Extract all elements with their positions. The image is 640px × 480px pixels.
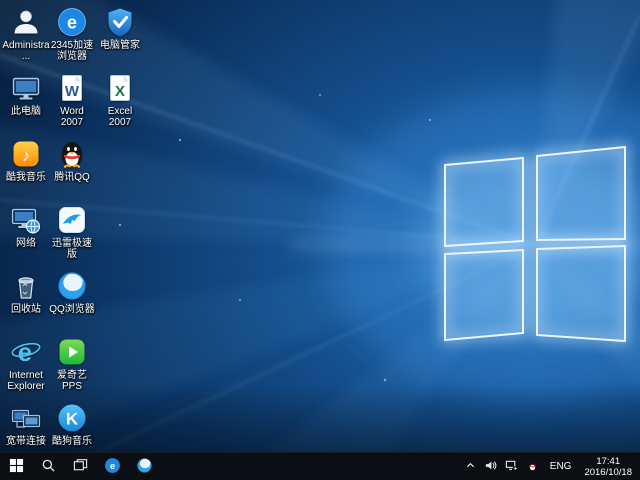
desktop-icon-kugou-music[interactable]: K 酷狗音乐 (48, 402, 96, 447)
desktop-icon-kuwo-music[interactable]: ♪ 酷我音乐 (2, 138, 50, 183)
taskbar-app-qq-browser[interactable] (128, 453, 160, 480)
volume-button[interactable] (480, 453, 501, 480)
excel-2007-icon: X (104, 72, 136, 104)
svg-text:e: e (67, 13, 77, 33)
taskbar: e ENG 17:41 2016/10/18 (0, 452, 640, 480)
network-status-button[interactable] (501, 453, 522, 480)
network-status-icon (505, 459, 518, 475)
chevron-up-icon (465, 459, 476, 474)
desktop-icon-broadband-connection[interactable]: 宽带连接 (2, 402, 50, 447)
pc-manager-shield-icon (104, 6, 136, 38)
svg-text:X: X (115, 83, 125, 100)
desktop-icon-pc-manager[interactable]: 电脑管家 (96, 6, 144, 51)
desktop-icon-label: 2345加速浏览器 (48, 40, 96, 62)
desktop: Administra... e 2345加速浏览器 电脑管家 此电脑 W Wor… (0, 0, 640, 480)
system-tray: ENG 17:41 2016/10/18 (461, 453, 640, 480)
qq-tray-button[interactable] (522, 453, 543, 480)
desktop-icon-recycle-bin[interactable]: 回收站 (2, 270, 50, 315)
tencent-qq-icon (56, 138, 88, 170)
tray-show-hidden-button[interactable] (461, 453, 480, 480)
kuwo-music-icon: ♪ (10, 138, 42, 170)
clock-date: 2016/10/18 (584, 467, 632, 478)
taskbar-app-2345-browser[interactable]: e (96, 453, 128, 480)
desktop-icon-label: 迅雷极速版 (48, 238, 96, 260)
desktop-icon-label: 爱奇艺PPS (48, 370, 96, 392)
desktop-icon-2345-browser[interactable]: e 2345加速浏览器 (48, 6, 96, 62)
svg-text:K: K (66, 410, 79, 429)
desktop-icon-administrator[interactable]: Administra... (2, 6, 50, 62)
desktop-icon-label: 此电脑 (11, 106, 41, 117)
search-icon (41, 458, 56, 476)
desktop-icon-excel-2007[interactable]: X Excel 2007 (96, 72, 144, 128)
qq-browser-icon (136, 457, 153, 477)
desktop-icon-internet-explorer[interactable]: e Internet Explorer (2, 336, 50, 392)
clock-time: 17:41 (596, 456, 620, 467)
svg-text:♪: ♪ (22, 148, 30, 165)
qq-tray-icon (526, 459, 539, 475)
task-view-icon (73, 458, 88, 476)
recycle-bin-icon (10, 270, 42, 302)
search-button[interactable] (32, 453, 64, 480)
task-view-button[interactable] (64, 453, 96, 480)
desktop-icon-word-2007[interactable]: W Word 2007 (48, 72, 96, 128)
desktop-icon-tencent-qq[interactable]: 腾讯QQ (48, 138, 96, 183)
desktop-icon-label: Administra... (2, 40, 50, 62)
clock[interactable]: 17:41 2016/10/18 (578, 453, 640, 480)
desktop-icon-label: 网络 (16, 238, 36, 249)
volume-icon (484, 459, 497, 475)
desktop-icon-thunder[interactable]: 迅雷极速版 (48, 204, 96, 260)
desktop-icon-label: Internet Explorer (2, 370, 50, 392)
windows-logo-icon (9, 458, 24, 476)
desktop-icon-label: 宽带连接 (6, 436, 46, 447)
desktop-icon-label: 酷我音乐 (6, 172, 46, 183)
desktop-icon-label: 回收站 (11, 304, 41, 315)
start-button[interactable] (0, 453, 32, 480)
desktop-icon-label: 电脑管家 (100, 40, 140, 51)
desktop-icon-label: Excel 2007 (96, 106, 144, 128)
network-icon (10, 204, 42, 236)
this-pc-icon (10, 72, 42, 104)
desktop-icon-label: Word 2007 (48, 106, 96, 128)
kugou-music-icon: K (56, 402, 88, 434)
2345-browser-icon: e (104, 457, 121, 477)
desktop-icon-label: QQ浏览器 (49, 304, 95, 315)
desktop-icon-this-pc[interactable]: 此电脑 (2, 72, 50, 117)
desktop-icon-label: 腾讯QQ (54, 172, 90, 183)
desktop-icon-iqiyi-pps[interactable]: 爱奇艺PPS (48, 336, 96, 392)
desktop-icon-qq-browser[interactable]: QQ浏览器 (48, 270, 96, 315)
word-2007-icon: W (56, 72, 88, 104)
desktop-icon-label: 酷狗音乐 (52, 436, 92, 447)
svg-text:e: e (18, 337, 32, 367)
qq-browser-icon (56, 270, 88, 302)
svg-text:e: e (109, 461, 114, 472)
language-indicator[interactable]: ENG (543, 453, 579, 480)
desktop-icon-network[interactable]: 网络 (2, 204, 50, 249)
thunder-xunlei-icon (56, 204, 88, 236)
internet-explorer-icon: e (10, 336, 42, 368)
2345-browser-icon: e (56, 6, 88, 38)
broadband-connection-icon (10, 402, 42, 434)
svg-text:W: W (65, 83, 80, 100)
user-folder-icon (10, 6, 42, 38)
iqiyi-pps-icon (56, 336, 88, 368)
